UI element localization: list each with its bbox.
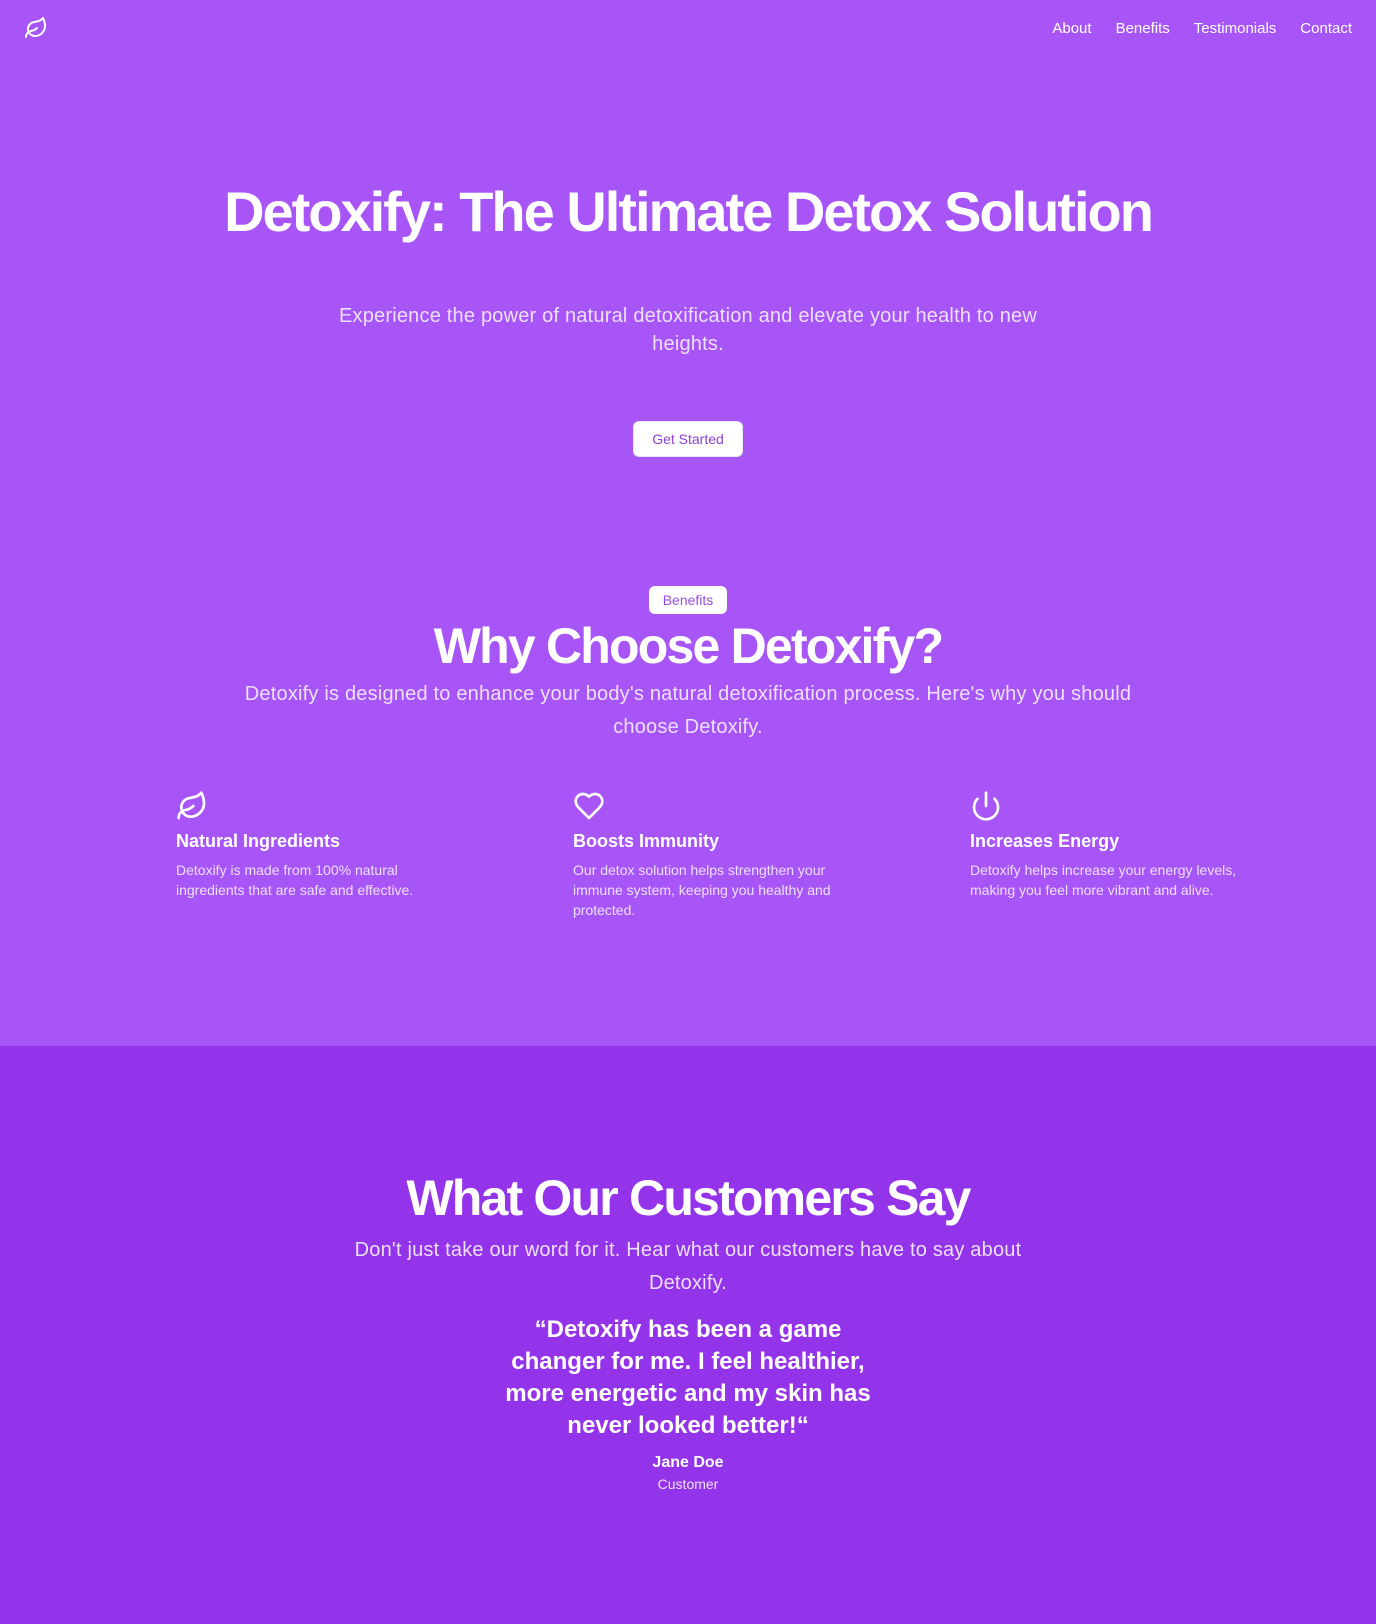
leaf-icon[interactable] xyxy=(24,16,48,40)
testimonials-title: What Our Customers Say xyxy=(406,1170,971,1226)
feature-title: Natural Ingredients xyxy=(176,831,341,851)
main-nav: About Benefits Testimonials Contact xyxy=(1052,20,1352,37)
benefits-title: Why Choose Detoxify? xyxy=(433,618,944,674)
leaf-icon xyxy=(176,790,208,822)
benefits-subtitle: Detoxify is designed to enhance your bod… xyxy=(244,683,1132,738)
feature-title: Increases Energy xyxy=(970,831,1120,851)
feature-increases-energy: Increases Energy Detoxify helps increase… xyxy=(970,790,1250,920)
feature-natural-ingredients: Natural Ingredients Detoxify is made fro… xyxy=(176,790,456,920)
nav-about[interactable]: About xyxy=(1052,20,1091,37)
feature-text: Detoxify helps increase your energy leve… xyxy=(970,862,1237,898)
testimonial-quote: “Detoxify has been a game changer for me… xyxy=(505,1316,871,1439)
features-list: Natural Ingredients Detoxify is made fro… xyxy=(176,790,1250,920)
heart-icon xyxy=(573,790,605,822)
testimonials-section: What Our Customers Say Don't just take o… xyxy=(0,1046,1376,1624)
feature-text: Detoxify is made from 100% natural ingre… xyxy=(176,862,414,898)
feature-text: Our detox solution helps strengthen your… xyxy=(573,862,831,918)
hero-subtitle: Experience the power of natural detoxifi… xyxy=(338,305,1038,355)
nav-benefits[interactable]: Benefits xyxy=(1116,20,1170,37)
get-started-button[interactable]: Get Started xyxy=(633,421,743,457)
testimonials-subtitle: Don't just take our word for it. Hear wh… xyxy=(354,1239,1022,1294)
testimonial-role: Customer xyxy=(657,1476,719,1492)
nav-testimonials[interactable]: Testimonials xyxy=(1194,20,1277,37)
feature-title: Boosts Immunity xyxy=(573,831,720,851)
feature-boosts-immunity: Boosts Immunity Our detox solution helps… xyxy=(573,790,853,920)
hero-section: About Benefits Testimonials Contact Deto… xyxy=(0,0,1376,520)
hero-title: Detoxify: The Ultimate Detox Solution xyxy=(224,180,1154,243)
nav-contact[interactable]: Contact xyxy=(1300,20,1352,37)
site-header: About Benefits Testimonials Contact xyxy=(0,0,1376,56)
benefits-badge: Benefits xyxy=(649,586,727,614)
page: About Benefits Testimonials Contact Deto… xyxy=(0,0,1376,1624)
power-icon xyxy=(970,790,1002,822)
testimonial-author: Jane Doe xyxy=(652,1454,724,1471)
